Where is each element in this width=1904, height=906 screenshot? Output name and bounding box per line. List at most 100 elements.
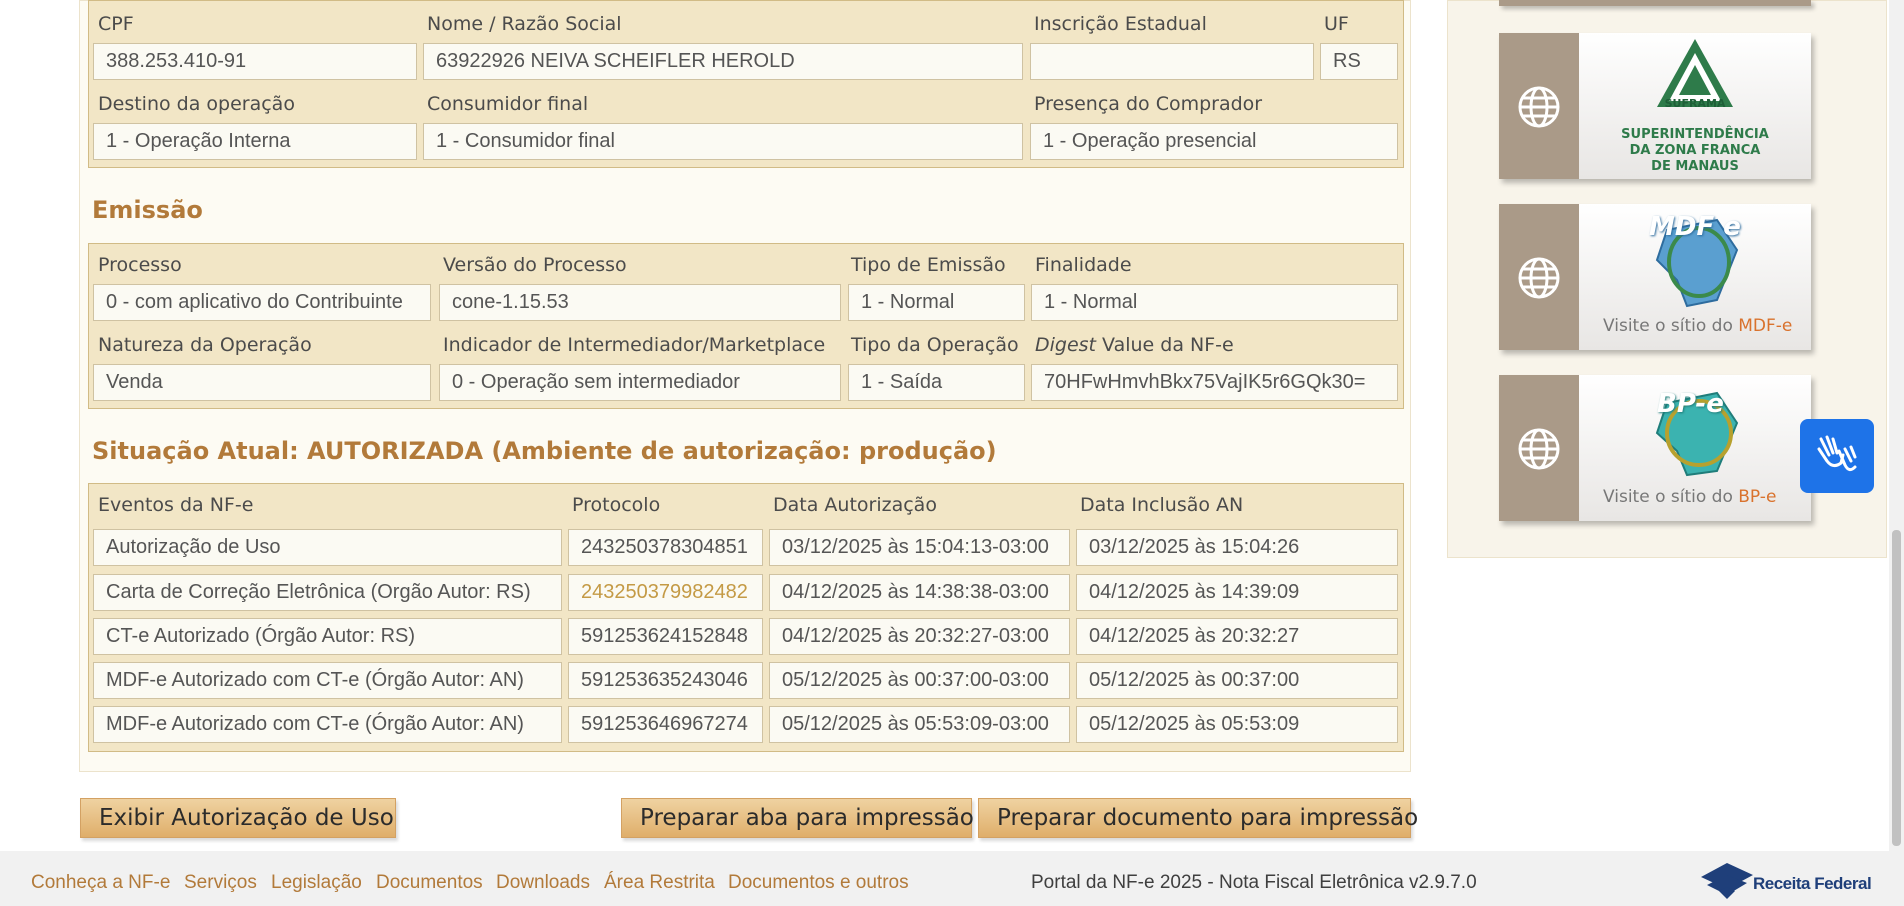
- digest-label-rest: Value da NF-e: [1096, 334, 1234, 356]
- emissao-title: Emissão: [92, 196, 203, 224]
- exibir-autorizacao-button[interactable]: Exibir Autorização de Uso: [80, 798, 396, 838]
- header-eventos: Eventos da NF-e: [98, 494, 254, 516]
- processo-label: Processo: [98, 254, 182, 276]
- natureza-field: Venda: [93, 364, 431, 401]
- presenca-label: Presença do Comprador: [1034, 93, 1263, 115]
- versao-field: cone-1.15.53: [439, 284, 841, 321]
- bpe-visite-name: BP-e: [1738, 487, 1777, 507]
- nome-field: 63922926 NEIVA SCHEIFLER HEROLD: [423, 43, 1023, 80]
- bpe-globe-box: [1499, 375, 1579, 521]
- row-0-data-an: 03/12/2025 às 15:04:26: [1076, 529, 1398, 566]
- receita-federal-emblem-icon: [1701, 863, 1753, 899]
- row-4-evento: MDF-e Autorizado com CT-e (Órgão Autor: …: [93, 706, 562, 743]
- cpf-field: 388.253.410-91: [93, 43, 417, 80]
- preparar-aba-button[interactable]: Preparar aba para impressão: [621, 798, 974, 838]
- mdfe-visite-name: MDF-e: [1738, 316, 1793, 336]
- suframa-line1: SUPERINTENDÊNCIA: [1621, 127, 1769, 142]
- row-1-data-aut: 04/12/2025 às 14:38:38-03:00: [769, 574, 1070, 611]
- digest-label-italic: Digest: [1035, 334, 1097, 356]
- row-3-evento: MDF-e Autorizado com CT-e (Órgão Autor: …: [93, 662, 562, 699]
- suframa-globe-box: [1499, 33, 1579, 179]
- mdfe-logo-text: MDF e: [1649, 212, 1741, 242]
- sidebar-card-partial[interactable]: [1499, 0, 1811, 6]
- presenca-field: 1 - Operação presencial: [1030, 123, 1398, 160]
- digest-label: Digest Value da NF-e: [1035, 334, 1234, 356]
- portal-version-text: Portal da NF-e 2025 - Nota Fiscal Eletrô…: [1031, 872, 1477, 893]
- row-4-data-aut: 05/12/2025 às 05:53:09-03:00: [769, 706, 1070, 743]
- globe-icon: [1518, 428, 1560, 470]
- row-1-data-an: 04/12/2025 às 14:39:09: [1076, 574, 1398, 611]
- mdfe-card[interactable]: MDF e Visite o sítio do MDF-e: [1499, 204, 1811, 350]
- footer-link-documentos[interactable]: Documentos: [376, 872, 483, 894]
- consumidor-field: 1 - Consumidor final: [423, 123, 1023, 160]
- situacao-title: Situação Atual: AUTORIZADA (Ambiente de …: [92, 437, 997, 465]
- tipo-emissao-field: 1 - Normal: [848, 284, 1025, 321]
- uf-field: RS: [1320, 43, 1398, 80]
- bpe-card[interactable]: BP-e Visite o sítio do BP-e: [1499, 375, 1811, 521]
- row-2-protocolo: 591253624152848: [568, 618, 763, 655]
- receita-federal-logo[interactable]: Receita Federal: [1697, 861, 1875, 901]
- bpe-visite-prefix: Visite o sítio do: [1603, 487, 1739, 507]
- row-2-data-aut: 04/12/2025 às 20:32:27-03:00: [769, 618, 1070, 655]
- bpe-logo-text: BP-e: [1657, 389, 1724, 419]
- row-0-data-aut: 03/12/2025 às 15:04:13-03:00: [769, 529, 1070, 566]
- destino-label: Destino da operação: [98, 93, 295, 115]
- suframa-name: SUFRAMA: [1664, 97, 1726, 110]
- natureza-label: Natureza da Operação: [98, 334, 312, 356]
- bpe-visite-text: Visite o sítio do BP-e: [1603, 487, 1776, 507]
- suframa-card[interactable]: SUFRAMA SUPERINTENDÊNCIA DA ZONA FRANCA …: [1499, 33, 1811, 179]
- suframa-line3: DE MANAUS: [1651, 159, 1739, 174]
- row-2-data-an: 04/12/2025 às 20:32:27: [1076, 618, 1398, 655]
- footer-link-downloads[interactable]: Downloads: [496, 872, 590, 894]
- footer-link-conheca[interactable]: Conheça a NF-e: [31, 872, 170, 894]
- preparar-documento-button[interactable]: Preparar documento para impressão: [978, 798, 1418, 838]
- row-2-evento: CT-e Autorizado (Órgão Autor: RS): [93, 618, 562, 655]
- globe-icon: [1518, 86, 1560, 128]
- indicador-field: 0 - Operação sem intermediador: [439, 364, 841, 401]
- ie-label: Inscrição Estadual: [1034, 13, 1207, 35]
- scrollbar-thumb[interactable]: [1892, 530, 1901, 846]
- sign-language-icon: [1817, 435, 1857, 472]
- suframa-logo: SUFRAMA SUPERINTENDÊNCIA DA ZONA FRANCA …: [1579, 33, 1811, 179]
- destino-field: 1 - Operação Interna: [93, 123, 417, 160]
- footer: Conheça a NF-e Serviços Legislação Docum…: [0, 851, 1904, 906]
- mdfe-logo: MDF e Visite o sítio do MDF-e: [1579, 204, 1811, 350]
- row-3-protocolo: 591253635243046: [568, 662, 763, 699]
- cpf-label: CPF: [98, 13, 134, 35]
- row-0-evento: Autorização de Uso: [93, 529, 562, 566]
- tipo-operacao-label: Tipo da Operação: [851, 334, 1019, 356]
- footer-link-area-restrita[interactable]: Área Restrita: [604, 872, 715, 894]
- row-3-data-aut: 05/12/2025 às 00:37:00-03:00: [769, 662, 1070, 699]
- nome-label: Nome / Razão Social: [427, 13, 622, 35]
- tipo-emissao-label: Tipo de Emissão: [851, 254, 1006, 276]
- globe-icon: [1518, 257, 1560, 299]
- footer-link-servicos[interactable]: Serviços: [184, 872, 257, 894]
- footer-link-legislacao[interactable]: Legislação: [271, 872, 362, 894]
- row-4-protocolo: 591253646967274: [568, 706, 763, 743]
- uf-label: UF: [1324, 13, 1349, 35]
- row-4-data-an: 05/12/2025 às 05:53:09: [1076, 706, 1398, 743]
- processo-field: 0 - com aplicativo do Contribuinte: [93, 284, 431, 321]
- bpe-logo: BP-e Visite o sítio do BP-e: [1579, 375, 1811, 521]
- header-data-inclusao: Data Inclusão AN: [1080, 494, 1244, 516]
- row-3-data-an: 05/12/2025 às 00:37:00: [1076, 662, 1398, 699]
- suframa-line2: DA ZONA FRANCA: [1629, 143, 1761, 158]
- mdfe-globe-box: [1499, 204, 1579, 350]
- finalidade-field: 1 - Normal: [1031, 284, 1398, 321]
- receita-federal-text: Receita Federal: [1753, 874, 1872, 893]
- digest-field: 70HFwHmvhBkx75VajIK5r6GQk30=: [1031, 364, 1398, 401]
- row-1-evento: Carta de Correção Eletrônica (Orgão Auto…: [93, 574, 562, 611]
- row-1-protocolo-link[interactable]: 243250379982482: [568, 574, 763, 611]
- row-0-protocolo: 243250378304851: [568, 529, 763, 566]
- mdfe-visite-prefix: Visite o sítio do: [1603, 316, 1739, 336]
- indicador-label: Indicador de Intermediador/Marketplace: [443, 334, 826, 356]
- footer-link-documentos-outros[interactable]: Documentos e outros: [728, 872, 909, 894]
- header-protocolo: Protocolo: [572, 494, 661, 516]
- tipo-operacao-field: 1 - Saída: [848, 364, 1025, 401]
- accessibility-button[interactable]: [1800, 419, 1874, 493]
- mdfe-visite-text: Visite o sítio do MDF-e: [1603, 316, 1792, 336]
- consumidor-label: Consumidor final: [427, 93, 589, 115]
- header-data-autorizacao: Data Autorização: [773, 494, 937, 516]
- ie-field: [1030, 43, 1314, 80]
- finalidade-label: Finalidade: [1035, 254, 1132, 276]
